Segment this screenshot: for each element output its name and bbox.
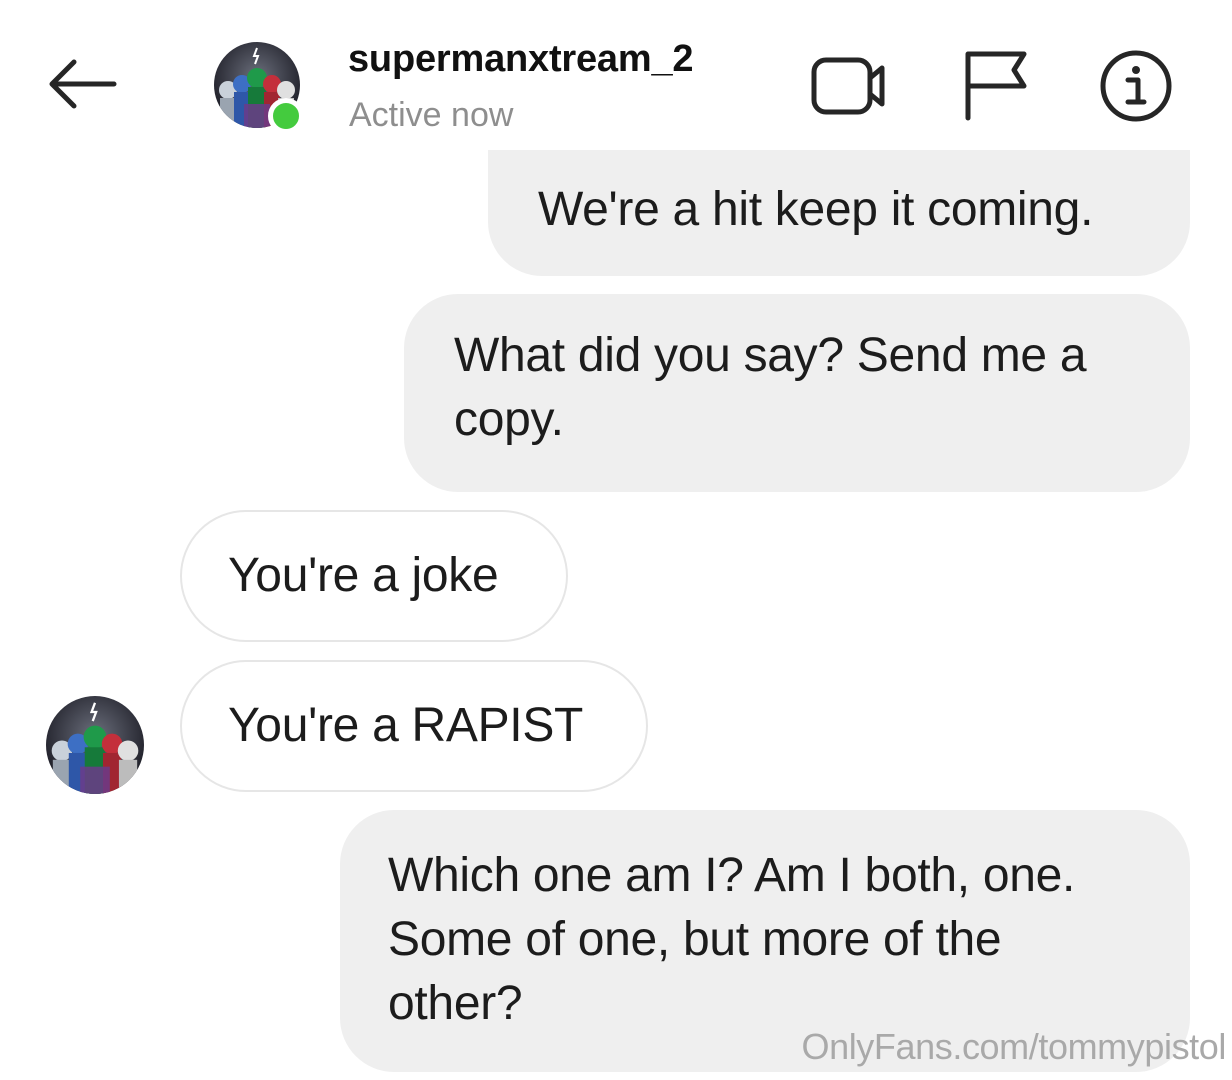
message-text: We're a hit keep it coming. [538,183,1094,236]
report-button[interactable] [958,48,1032,122]
received-message-bubble[interactable]: You're a RAPIST [180,660,648,792]
info-button[interactable] [1098,48,1174,124]
back-button[interactable] [44,52,120,116]
sender-avatar[interactable] [46,696,144,794]
message-text: What did you say? Send me a copy. [454,329,1087,446]
watermark: OnlyFans.com/tommypistol [801,1026,1226,1067]
sent-message-bubble[interactable]: What did you say? Send me a copy. [404,294,1190,492]
info-circle-icon [1100,50,1172,122]
chat-screen: supermanxtream_2 Active now We're a hit … [0,0,1232,1080]
video-call-button[interactable] [808,52,892,118]
message-text: You're a joke [228,549,499,602]
received-message-bubble[interactable]: You're a joke [180,510,568,642]
message-text: Which one am I? Am I both, one. Some of … [388,849,1076,1030]
online-status-dot [268,98,304,134]
chat-username[interactable]: supermanxtream_2 [348,38,694,81]
active-status: Active now [349,96,514,134]
video-camera-icon [811,57,885,115]
flag-icon [965,51,1027,121]
chat-header: supermanxtream_2 Active now [0,0,1232,150]
arrow-left-icon [49,59,117,109]
message-text: You're a RAPIST [228,699,584,752]
sent-message-bubble[interactable]: We're a hit keep it coming. [488,150,1190,276]
